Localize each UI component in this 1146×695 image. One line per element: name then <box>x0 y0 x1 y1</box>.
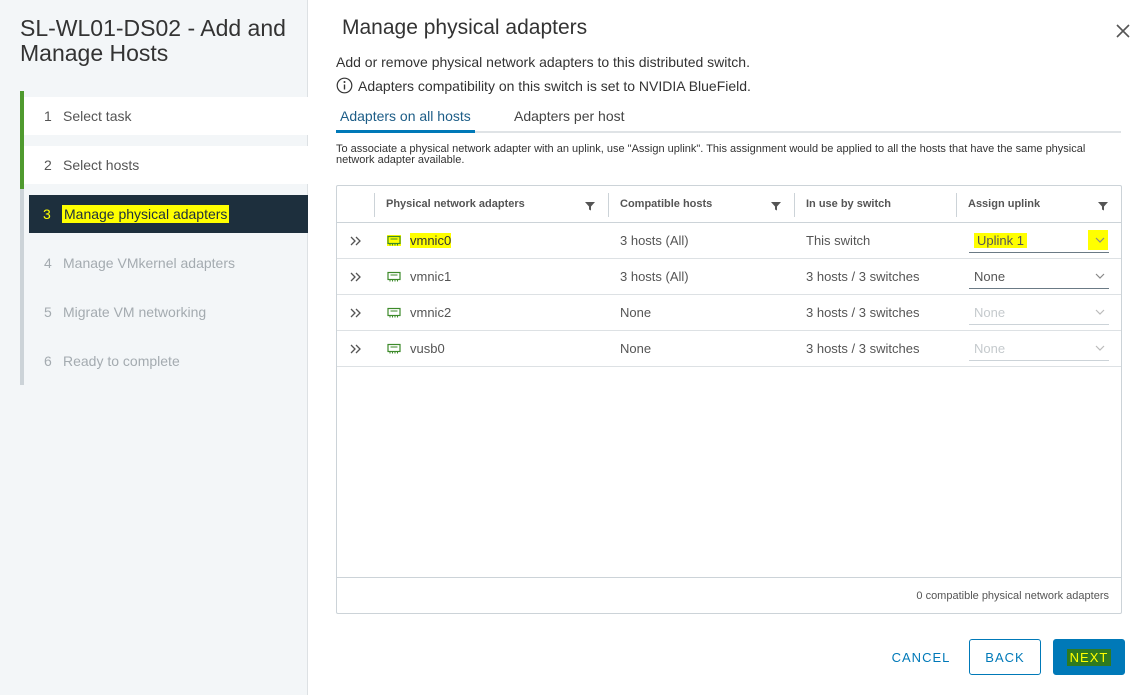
next-button-label: NEXT <box>1066 648 1112 666</box>
chevron-down-icon <box>1095 309 1105 315</box>
column-assign-uplink[interactable]: Assign uplink <box>956 186 1121 222</box>
column-label: Physical network adapters <box>386 198 525 210</box>
table-row[interactable]: vmnic2 None 3 hosts / 3 switches None <box>337 295 1121 331</box>
adapter-cell: vmnic1 <box>387 259 451 294</box>
step-number: 6 <box>44 353 52 369</box>
network-adapter-icon <box>387 343 401 354</box>
chevron-down-icon <box>1095 345 1105 351</box>
step-number: 2 <box>44 157 52 173</box>
association-note: To associate a physical network adapter … <box>336 143 1086 166</box>
adapter-cell: vusb0 <box>387 331 445 366</box>
filter-icon[interactable] <box>1098 201 1108 211</box>
table-row[interactable]: vmnic0 3 hosts (All) This switch Uplink … <box>337 223 1121 259</box>
expand-icon[interactable] <box>349 270 363 284</box>
in-use-cell: 3 hosts / 3 switches <box>806 305 920 320</box>
dropdown-value: None <box>974 305 1006 320</box>
adapter-name: vusb0 <box>410 341 445 356</box>
in-use-cell: 3 hosts / 3 switches <box>806 269 920 284</box>
tab-bar: Adapters on all hosts Adapters per host <box>336 104 1121 133</box>
tab-adapters-per-host[interactable]: Adapters per host <box>510 104 629 133</box>
step-select-hosts[interactable]: 2 Select hosts <box>24 146 308 184</box>
filter-icon[interactable] <box>585 201 595 211</box>
step-label: Ready to complete <box>63 353 180 369</box>
expand-icon[interactable] <box>349 306 363 320</box>
grid-header: Physical network adapters Compatible hos… <box>337 186 1121 223</box>
step-label: Select task <box>63 108 132 124</box>
column-label: Assign uplink <box>968 198 1041 210</box>
step-migrate-vm-networking: 5 Migrate VM networking <box>24 293 308 331</box>
adapter-cell: vmnic2 <box>387 295 451 330</box>
column-in-use-by-switch[interactable]: In use by switch <box>794 186 956 222</box>
grid-footer-count: 0 compatible physical network adapters <box>916 589 1109 602</box>
chevron-down-icon <box>1095 237 1105 243</box>
compatible-hosts-cell: 3 hosts (All) <box>620 269 689 284</box>
expand-icon[interactable] <box>349 234 363 248</box>
compatibility-note: Adapters compatibility on this switch is… <box>336 77 751 94</box>
cancel-button[interactable]: CANCEL <box>878 639 964 675</box>
table-row[interactable]: vmnic1 3 hosts (All) 3 hosts / 3 switche… <box>337 259 1121 295</box>
compatible-hosts-cell: None <box>620 305 652 320</box>
adapter-name: vmnic0 <box>410 233 452 248</box>
dropdown-value: None <box>974 269 1006 284</box>
assign-uplink-dropdown[interactable]: None <box>969 265 1109 289</box>
step-ready-to-complete: 6 Ready to complete <box>24 342 308 380</box>
adapter-name: vmnic2 <box>410 305 452 320</box>
network-adapter-icon <box>387 307 401 318</box>
step-label: Manage physical adapters <box>62 205 230 223</box>
grid-footer: 0 compatible physical network adapters <box>337 577 1121 613</box>
main-panel: Manage physical adapters Add or remove p… <box>309 0 1146 695</box>
adapter-name: vmnic1 <box>410 269 452 284</box>
expand-icon[interactable] <box>349 342 363 356</box>
table-row[interactable]: vusb0 None 3 hosts / 3 switches None <box>337 331 1121 367</box>
compatibility-note-text: Adapters compatibility on this switch is… <box>358 77 751 94</box>
chevron-down-icon <box>1095 273 1105 279</box>
compatible-hosts-cell: None <box>620 341 652 356</box>
wizard-sidebar: SL-WL01-DS02 - Add and Manage Hosts 1 Se… <box>0 0 308 695</box>
next-button[interactable]: NEXT <box>1053 639 1125 675</box>
tab-adapters-on-all-hosts[interactable]: Adapters on all hosts <box>336 104 475 133</box>
network-adapter-icon <box>387 271 401 282</box>
step-number: 3 <box>43 206 51 222</box>
in-use-cell: 3 hosts / 3 switches <box>806 341 920 356</box>
step-number: 1 <box>44 108 52 124</box>
column-label: Compatible hosts <box>620 198 713 210</box>
step-label: Select hosts <box>63 157 140 173</box>
column-physical-network-adapters[interactable]: Physical network adapters <box>374 186 608 222</box>
step-manage-vmkernel-adapters: 4 Manage VMkernel adapters <box>24 244 308 282</box>
back-button[interactable]: BACK <box>969 639 1041 675</box>
adapters-grid: Physical network adapters Compatible hos… <box>336 185 1122 614</box>
compatible-hosts-cell: 3 hosts (All) <box>620 233 689 248</box>
column-label: In use by switch <box>806 198 891 210</box>
dropdown-value: None <box>974 341 1006 356</box>
network-adapter-icon <box>387 235 401 246</box>
in-use-cell: This switch <box>806 233 871 248</box>
wizard-title: SL-WL01-DS02 - Add and Manage Hosts <box>20 15 286 66</box>
column-compatible-hosts[interactable]: Compatible hosts <box>608 186 794 222</box>
adapter-cell: vmnic0 <box>387 223 452 258</box>
step-number: 5 <box>44 304 52 320</box>
step-manage-physical-adapters[interactable]: 3 Manage physical adapters <box>29 195 308 233</box>
info-icon <box>336 77 353 94</box>
step-label: Migrate VM networking <box>63 304 207 320</box>
step-select-task[interactable]: 1 Select task <box>24 97 308 135</box>
assign-uplink-dropdown: None <box>969 301 1109 325</box>
step-label: Manage VMkernel adapters <box>63 255 235 271</box>
assign-uplink-dropdown: None <box>969 337 1109 361</box>
page-description: Add or remove physical network adapters … <box>336 54 750 70</box>
dropdown-value: Uplink 1 <box>974 233 1027 248</box>
filter-icon[interactable] <box>771 201 781 211</box>
page-title: Manage physical adapters <box>342 16 588 39</box>
assign-uplink-dropdown[interactable]: Uplink 1 <box>969 229 1109 253</box>
step-number: 4 <box>44 255 52 271</box>
close-icon[interactable] <box>1114 22 1132 40</box>
